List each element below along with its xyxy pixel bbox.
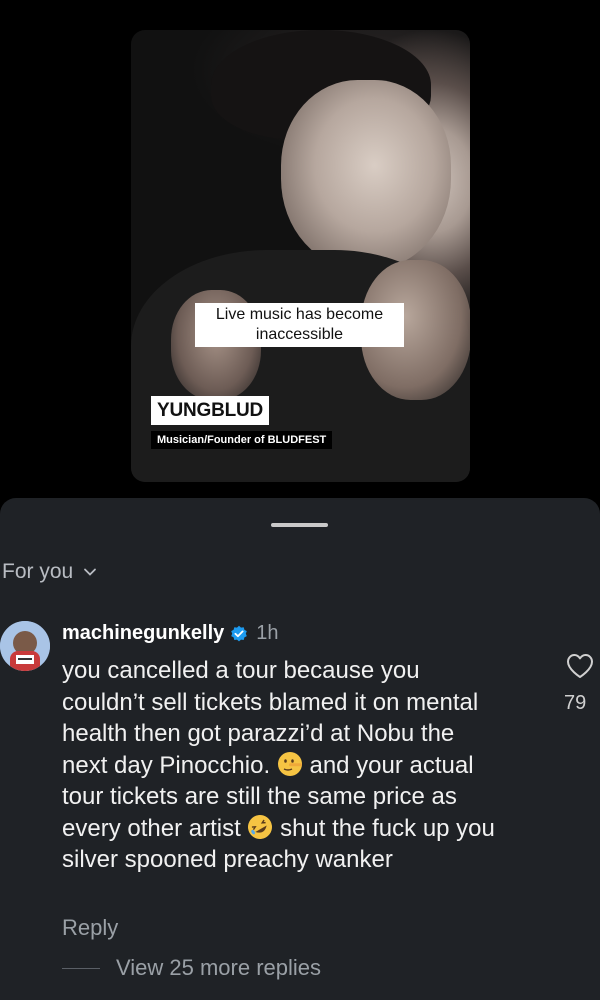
filter-label: For you (2, 560, 74, 583)
sheet-drag-handle[interactable] (271, 523, 328, 527)
lying-face-icon (277, 751, 302, 776)
face-shape (281, 80, 451, 270)
rolling-on-floor-laughing-icon (248, 814, 273, 839)
video-frame[interactable]: Live music has become inaccessible YUNGB… (131, 30, 470, 482)
comment-time: 1h (256, 622, 279, 644)
like-count: 79 (564, 692, 587, 714)
avatar-image (0, 621, 50, 671)
comments-filter-dropdown[interactable]: For you (2, 560, 97, 584)
comment-username[interactable]: machinegunkelly (62, 622, 224, 645)
replies-divider (62, 967, 100, 969)
comment-header: machinegunkelly 1h (62, 622, 279, 645)
verified-badge-icon (231, 625, 248, 641)
like-heart-icon[interactable] (566, 653, 594, 679)
video-area[interactable]: Live music has become inaccessible YUNGB… (0, 0, 600, 510)
view-more-replies-label: View 25 more replies (116, 955, 322, 980)
speaker-role: Musician/Founder of BLUDFEST (151, 431, 333, 449)
speaker-name: YUNGBLUD (151, 396, 270, 425)
comment-text: you cancelled a tour because you couldn’… (62, 655, 502, 876)
video-caption: Live music has become inaccessible (195, 303, 404, 347)
view-more-replies[interactable]: View 25 more replies (62, 955, 321, 981)
avatar[interactable] (0, 621, 50, 671)
reply-button[interactable]: Reply (62, 915, 118, 941)
chevron-down-icon (84, 568, 97, 576)
